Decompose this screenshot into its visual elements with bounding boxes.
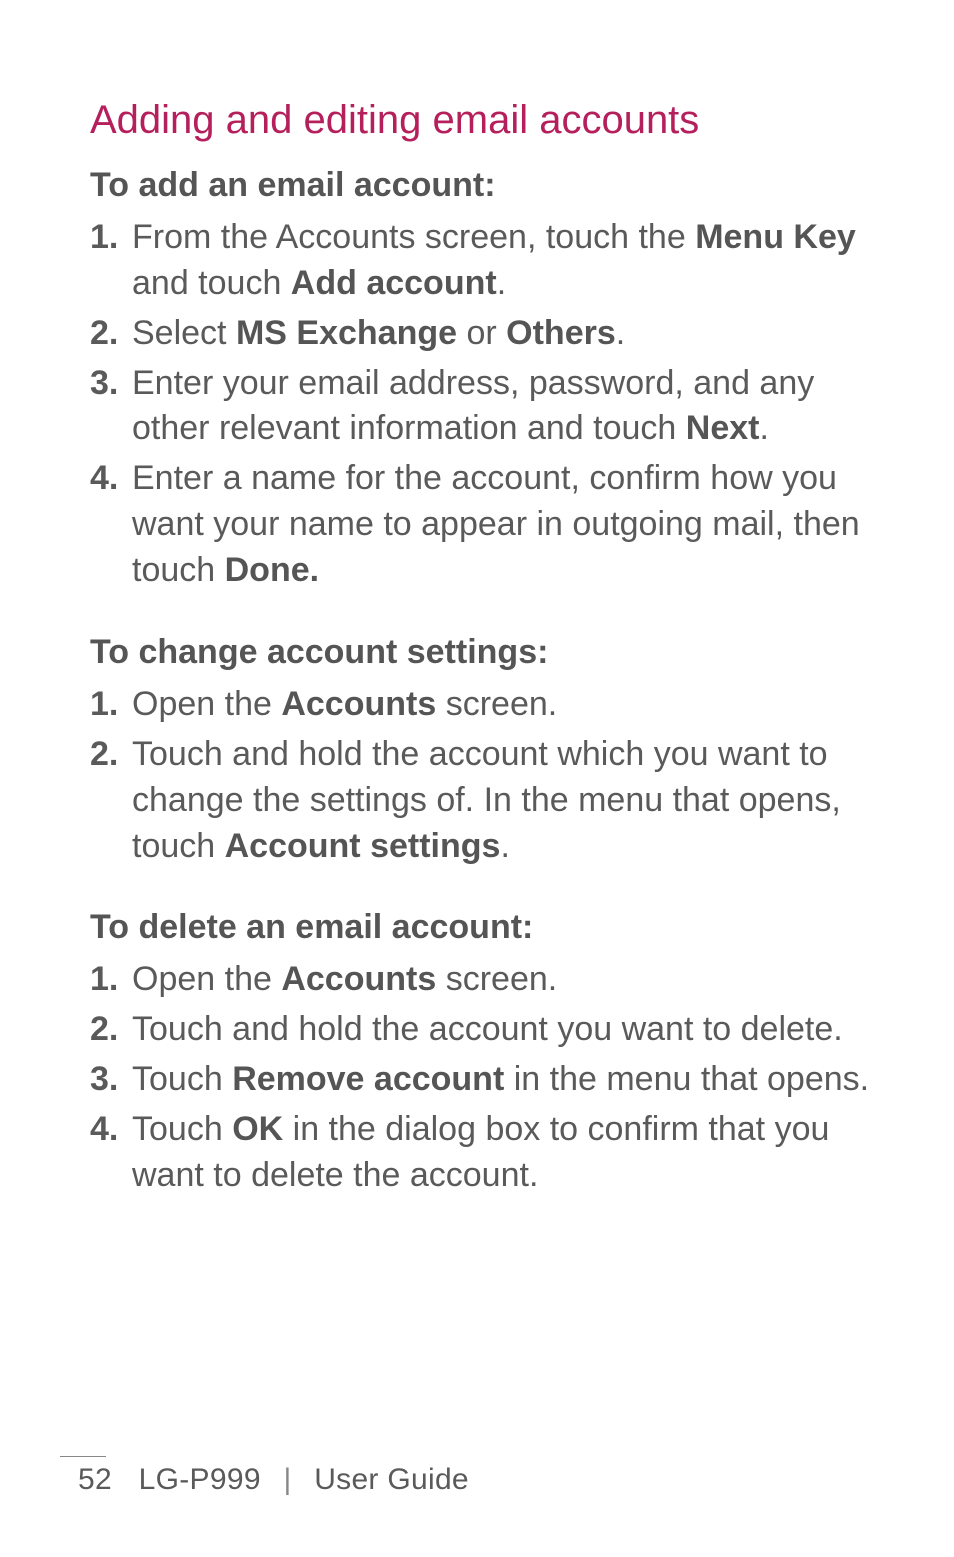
subheading-add-account: To add an email account: — [90, 163, 884, 209]
list-item: Select MS Exchange or Others. — [126, 311, 884, 357]
step-text: Touch and hold the account you want to d… — [132, 1010, 843, 1048]
step-text: . — [500, 827, 509, 865]
list-item: Touch and hold the account you want to d… — [126, 1007, 884, 1053]
step-text: . — [759, 409, 768, 447]
page-number: 52 — [78, 1463, 112, 1496]
steps-delete-account: Open the Accounts screen. Touch and hold… — [90, 957, 884, 1198]
bold-term: MS Exchange — [236, 314, 457, 352]
footer-label: User Guide — [314, 1463, 469, 1496]
list-item: Open the Accounts screen. — [126, 957, 884, 1003]
step-text: and touch — [132, 264, 291, 302]
step-text: Select — [132, 314, 236, 352]
step-text: screen. — [436, 960, 557, 998]
bold-term: Others — [506, 314, 616, 352]
list-item: Enter a name for the account, confirm ho… — [126, 456, 884, 594]
list-item: From the Accounts screen, touch the Menu… — [126, 215, 884, 307]
step-text: in the menu that opens. — [504, 1060, 869, 1098]
step-text: Touch — [132, 1110, 232, 1148]
steps-change-settings: Open the Accounts screen. Touch and hold… — [90, 682, 884, 870]
step-text: Touch — [132, 1060, 232, 1098]
footer-rule — [60, 1456, 106, 1457]
bold-term: Account settings — [225, 827, 501, 865]
bold-term: Accounts — [281, 685, 436, 723]
footer-separator: | — [283, 1463, 291, 1496]
step-text: . — [616, 314, 625, 352]
page: Adding and editing email accounts To add… — [0, 0, 954, 1557]
list-item: Touch and hold the account which you wan… — [126, 732, 884, 870]
content-area: Adding and editing email accounts To add… — [90, 95, 884, 1507]
subheading-delete-account: To delete an email account: — [90, 905, 884, 951]
step-text: From the Accounts screen, touch the — [132, 218, 695, 256]
subheading-change-settings: To change account settings: — [90, 630, 884, 676]
bold-term: OK — [232, 1110, 283, 1148]
list-item: Open the Accounts screen. — [126, 682, 884, 728]
footer-model: LG-P999 — [139, 1463, 261, 1496]
section-title: Adding and editing email accounts — [90, 95, 884, 145]
bold-term: Add account — [291, 264, 497, 302]
page-footer: 52 LG-P999 | User Guide — [78, 1456, 884, 1497]
list-item: Touch OK in the dialog box to confirm th… — [126, 1107, 884, 1199]
step-text: . — [497, 264, 506, 302]
bold-term: Menu Key — [695, 218, 856, 256]
bold-term: Next — [686, 409, 760, 447]
step-text: or — [457, 314, 506, 352]
list-item: Touch Remove account in the menu that op… — [126, 1057, 884, 1103]
steps-add-account: From the Accounts screen, touch the Menu… — [90, 215, 884, 594]
bold-term: Accounts — [281, 960, 436, 998]
list-item: Enter your email address, password, and … — [126, 361, 884, 453]
step-text: Open the — [132, 685, 281, 723]
step-text: Open the — [132, 960, 281, 998]
step-text: screen. — [436, 685, 557, 723]
bold-term: Remove account — [232, 1060, 504, 1098]
bold-term: Done. — [225, 551, 319, 589]
footer-text: 52 LG-P999 | User Guide — [78, 1463, 884, 1497]
